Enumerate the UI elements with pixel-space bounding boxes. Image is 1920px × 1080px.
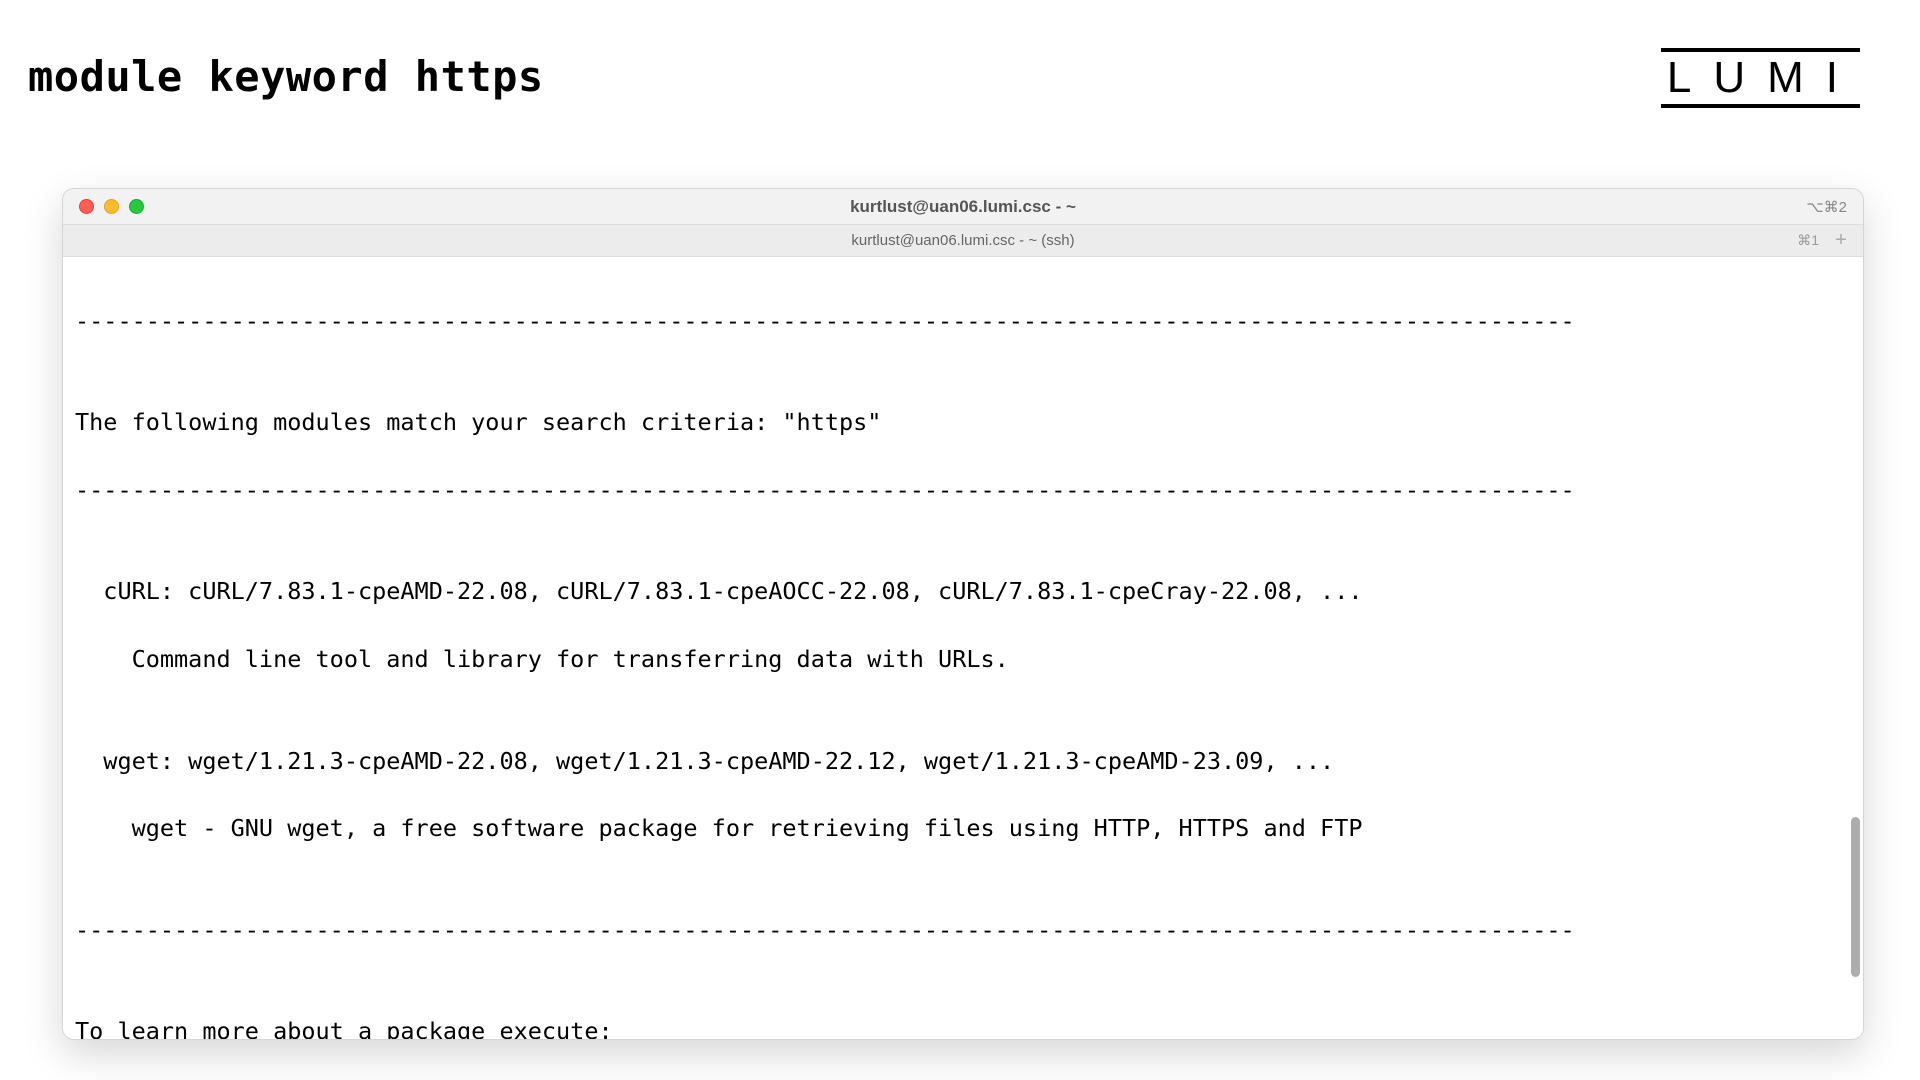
window-titlebar[interactable]: kurtlust@uan06.lumi.csc - ~ ⌥⌘2 <box>63 189 1863 225</box>
rule-line: ----------------------------------------… <box>75 474 1851 508</box>
rule-line: ----------------------------------------… <box>75 305 1851 339</box>
window-shortcut-label: ⌥⌘2 <box>1806 198 1863 216</box>
window-title: kurtlust@uan06.lumi.csc - ~ <box>63 197 1863 217</box>
help-learn-more: To learn more about a package execute: <box>75 1015 1851 1039</box>
module-wget-description: wget - GNU wget, a free software package… <box>75 812 1851 846</box>
terminal-output[interactable]: ----------------------------------------… <box>63 257 1863 1039</box>
tab-shortcut-label: ⌘1 <box>1797 232 1819 249</box>
tab-bar: kurtlust@uan06.lumi.csc - ~ (ssh) ⌘1 + <box>63 225 1863 257</box>
module-curl-description: Command line tool and library for transf… <box>75 643 1851 677</box>
match-header: The following modules match your search … <box>75 406 1851 440</box>
lumi-logo: LUMI <box>1661 48 1860 108</box>
module-wget-versions: wget: wget/1.21.3-cpeAMD-22.08, wget/1.2… <box>75 745 1851 779</box>
terminal-window: kurtlust@uan06.lumi.csc - ~ ⌥⌘2 kurtlust… <box>62 188 1864 1040</box>
tab-title[interactable]: kurtlust@uan06.lumi.csc - ~ (ssh) <box>63 232 1863 249</box>
module-curl-versions: cURL: cURL/7.83.1-cpeAMD-22.08, cURL/7.8… <box>75 575 1851 609</box>
new-tab-button[interactable]: + <box>1829 229 1853 253</box>
rule-line: ----------------------------------------… <box>75 914 1851 948</box>
slide-title: module keyword https <box>28 52 544 101</box>
scrollbar-thumb[interactable] <box>1851 817 1860 977</box>
